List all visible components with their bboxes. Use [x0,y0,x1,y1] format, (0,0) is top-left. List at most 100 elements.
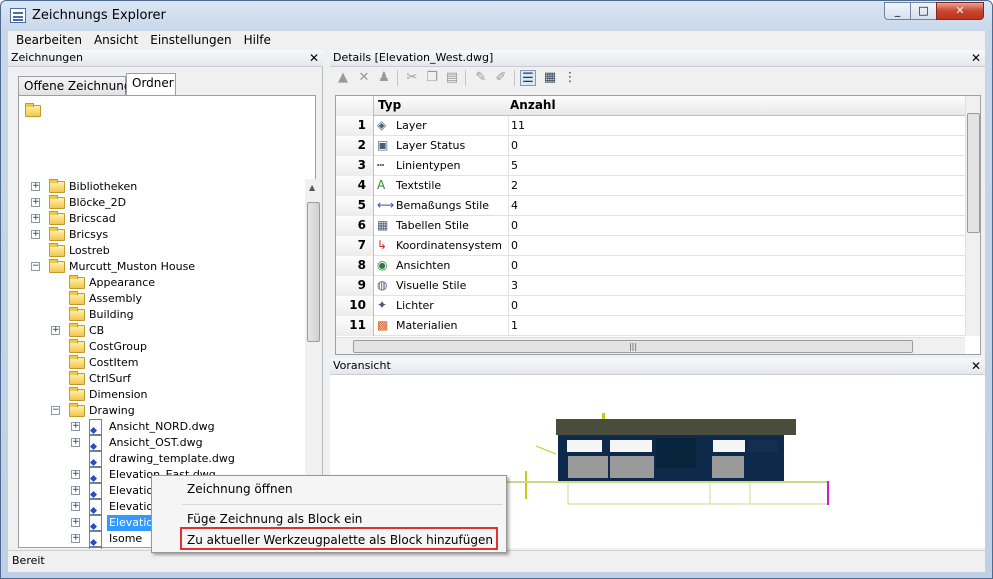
edit-icon[interactable]: ✎ [473,70,489,86]
folder-icon [69,275,85,289]
row-anzahl: 1 [508,316,518,336]
dimstyle-icon: ⟷ [377,198,395,212]
expand-icon[interactable]: + [31,198,40,207]
tablestyle-icon: ▦ [377,218,389,232]
row-typ: Ansichten [396,259,451,272]
window-title: Zeichnungs Explorer [32,8,166,23]
collapse-icon[interactable]: − [51,406,60,415]
row-typ: Textstile [396,179,442,192]
folder-icon [49,259,65,273]
menu-hilfe[interactable]: Hilfe [236,31,275,47]
tree-item-label: Isome [109,532,143,545]
folder-icon [69,307,85,321]
delete-icon[interactable]: ✕ [356,70,372,86]
row-anzahl: 4 [508,196,518,216]
row-anzahl: 2 [508,176,518,196]
row-anzahl: 5 [508,156,518,176]
ctx-add-to-palette[interactable]: Zu aktueller Werkzeugpalette als Block h… [187,533,493,547]
folder-icon [49,179,65,193]
folder-icon [69,323,85,337]
root-folder[interactable] [25,103,45,117]
grid-row[interactable]: 3 ┅ Linientypen 5 [336,156,966,176]
tree-item-label: CtrlSurf [89,372,131,385]
menu-ansicht[interactable]: Ansicht [86,31,142,47]
row-anzahl: 0 [508,256,518,276]
expand-icon[interactable]: + [71,502,80,511]
expand-icon[interactable]: + [71,438,80,447]
row-number: 10 [336,296,374,316]
grid-row[interactable]: 4 A Textstile 2 [336,176,966,196]
grid-row[interactable]: 10 ✦ Lichter 0 [336,296,966,316]
purge-icon[interactable]: ♟ [376,70,392,86]
details-view-icon[interactable]: ☰ [520,70,536,86]
grid-row[interactable]: 11 ▩ Materialien 1 [336,316,966,336]
grid-row[interactable]: 2 ▣ Layer Status 0 [336,136,966,156]
close-window-button[interactable]: ✕ [936,2,984,20]
tree-item-label: Bricsys [69,228,109,241]
close-pane-icon[interactable]: ✕ [309,50,319,66]
minimize-button[interactable]: _ [884,2,911,20]
folder-icon [69,403,85,417]
expand-icon[interactable]: + [31,214,40,223]
grid-hscrollbar[interactable]: ||| [336,337,965,354]
expand-icon[interactable]: + [71,534,80,543]
tab-offene-zeichnungen[interactable]: Offene Zeichnungen [18,76,146,96]
col-anzahl[interactable]: Anzahl [510,98,556,112]
expand-icon[interactable]: + [71,422,80,431]
menu-bearbeiten[interactable]: Bearbeiten [8,31,86,47]
grid-row[interactable]: 1 ◈ Layer 11 [336,116,966,136]
row-anzahl: 11 [508,116,525,136]
tree-item-label: Murcutt_Muston House [69,260,196,273]
dwg-file-icon [89,499,102,515]
grid-vscrollbar[interactable] [965,96,980,336]
expand-icon[interactable]: + [71,486,80,495]
tree-item-label: drawing_template.dwg [109,452,235,465]
drawings-pane: Zeichnungen ✕ Offene Zeichnungen Ordner … [8,50,323,549]
import-icon[interactable]: ▲ [335,70,351,86]
folder-icon [49,243,65,257]
collapse-icon[interactable]: − [31,262,40,271]
close-details-icon[interactable]: ✕ [971,50,981,66]
grid-vscroll-thumb[interactable] [967,113,980,233]
col-typ[interactable]: Typ [378,98,401,112]
app-icon [10,8,26,23]
close-preview-icon[interactable]: ✕ [971,358,981,374]
grid-row[interactable]: 8 ◉ Ansichten 0 [336,256,966,276]
icon-view-icon[interactable]: ▦ [542,70,558,86]
expand-icon[interactable]: + [51,326,60,335]
expand-icon[interactable]: + [71,518,80,527]
folder-icon [69,387,85,401]
setting-icon[interactable]: ✐ [493,70,509,86]
drawings-pane-title: Zeichnungen [11,51,84,64]
row-typ: Materialien [396,319,458,332]
copy-icon[interactable]: ❐ [424,70,440,86]
cut-icon[interactable]: ✂ [404,70,420,86]
grid-row[interactable]: 7 ↳ Koordinatensystem 0 [336,236,966,256]
layer-icon: ◈ [377,118,387,132]
maximize-button[interactable]: □ [910,2,937,20]
dwg-file-icon [89,435,102,451]
row-typ: Linientypen [396,159,461,172]
tree-scroll-thumb[interactable] [307,202,320,342]
expand-icon[interactable]: + [31,182,40,191]
folder-icon [49,195,65,209]
expand-icon[interactable]: + [71,470,80,479]
paste-icon[interactable]: ▤ [444,70,460,86]
linetype-icon: ┅ [377,158,385,172]
expand-icon[interactable]: + [31,230,40,239]
folder-icon [69,371,85,385]
grid-row[interactable]: 9 ◍ Visuelle Stile 3 [336,276,966,296]
tree-view-icon[interactable]: ⋮ [562,70,578,86]
ctx-open-drawing[interactable]: Zeichnung öffnen [187,482,293,496]
ctx-insert-as-block[interactable]: Füge Zeichnung als Block ein [187,512,362,526]
grid-row[interactable]: 5 ⟷ Bemaßungs Stile 4 [336,196,966,216]
tab-ordner[interactable]: Ordner [126,73,176,96]
menu-einstellungen[interactable]: Einstellungen [142,31,235,47]
grid-hscroll-thumb[interactable]: ||| [353,340,913,353]
folder-icon [69,339,85,353]
scroll-up-icon[interactable]: ▲ [309,183,315,192]
row-number: 3 [336,156,374,176]
row-typ: Koordinatensystem [396,239,503,252]
grid-row[interactable]: 6 ▦ Tabellen Stile 0 [336,216,966,236]
tree-item-label: Blöcke_2D [69,196,127,209]
